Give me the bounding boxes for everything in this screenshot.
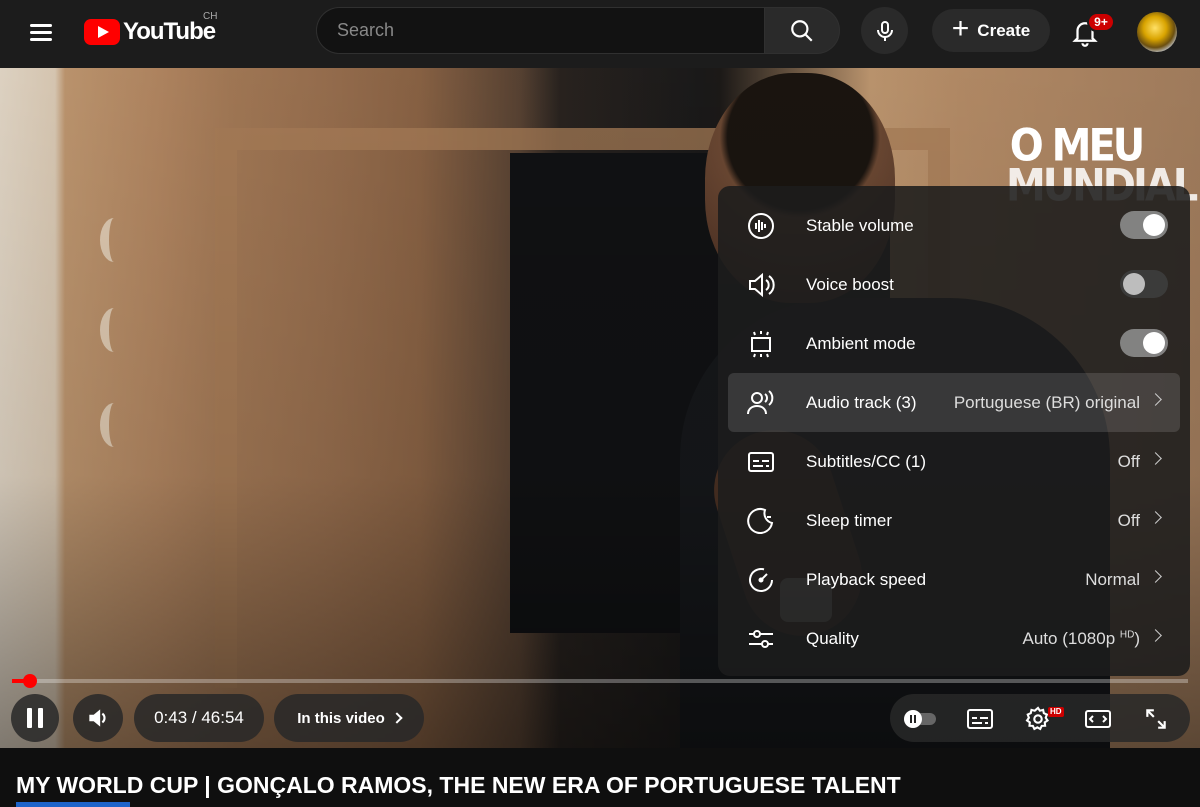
- microphone-icon: [876, 20, 893, 41]
- menu-item-value: Off: [1117, 451, 1140, 471]
- menu-item-subtitles[interactable]: Subtitles/CC (1) Off: [728, 432, 1180, 491]
- chapters-label: In this video: [297, 709, 385, 727]
- fullscreen-button[interactable]: [1138, 704, 1174, 734]
- ambient-mode-toggle[interactable]: [1120, 329, 1168, 357]
- voice-boost-icon: [749, 272, 775, 298]
- menu-item-value: Off: [1117, 510, 1140, 530]
- video-title: MY WORLD CUP | GONÇALO RAMOS, THE NEW ER…: [16, 772, 901, 798]
- menu-item-value: Normal: [1085, 569, 1140, 589]
- chevron-right-icon: [1149, 452, 1162, 465]
- menu-item-value: Portuguese (BR) original: [953, 392, 1140, 412]
- subtitles-icon: [748, 452, 774, 472]
- create-button[interactable]: + Create: [932, 9, 1050, 52]
- audio-track-icon: [747, 390, 774, 415]
- menu-item-ambient-mode[interactable]: Ambient mode: [728, 314, 1180, 373]
- notification-count-badge: 9+: [1087, 12, 1115, 32]
- scrubber-handle[interactable]: [23, 674, 37, 688]
- menu-item-label: Subtitles/CC (1): [806, 451, 926, 471]
- menu-item-quality[interactable]: Quality Auto (1080p HD): [728, 609, 1180, 668]
- stable-volume-icon: [748, 213, 774, 239]
- chapters-button[interactable]: In this video: [274, 694, 424, 742]
- chevron-right-icon: [1149, 570, 1162, 583]
- youtube-logo[interactable]: YouTube: [84, 16, 216, 48]
- channel-strip: [16, 802, 130, 807]
- menu-item-playback-speed[interactable]: Playback speed Normal: [728, 550, 1180, 609]
- ambient-mode-icon: [751, 331, 771, 358]
- top-header: YouTube CH + Create 9+: [0, 0, 1200, 68]
- search-button[interactable]: [764, 7, 840, 54]
- voice-search-button[interactable]: [861, 7, 908, 54]
- theater-mode-button[interactable]: [1080, 704, 1116, 734]
- stable-volume-toggle[interactable]: [1120, 211, 1168, 239]
- autoplay-toggle[interactable]: [902, 704, 938, 734]
- progress-bar[interactable]: [12, 674, 1188, 688]
- playback-speed-icon: [749, 567, 773, 592]
- menu-item-label: Stable volume: [806, 215, 914, 235]
- plus-icon: +: [951, 12, 970, 45]
- chevron-right-icon: [1149, 511, 1162, 524]
- theater-mode-icon: [1085, 710, 1111, 728]
- quality-value: Auto (1080p: [1022, 628, 1120, 648]
- menu-item-label: Voice boost: [806, 274, 894, 294]
- quality-hd-sup: HD: [1119, 628, 1135, 640]
- menu-item-label: Quality: [806, 628, 859, 648]
- volume-icon: [89, 709, 106, 727]
- mute-button[interactable]: [73, 694, 123, 742]
- pause-button[interactable]: [11, 694, 59, 742]
- menu-item-label: Sleep timer: [806, 510, 892, 530]
- sleep-timer-icon: [747, 508, 774, 534]
- time-display: 0:43 / 46:54: [134, 694, 264, 742]
- chevron-right-icon: [1149, 393, 1162, 406]
- chevron-right-icon: [1149, 629, 1162, 642]
- fullscreen-icon: [1146, 709, 1166, 729]
- menu-item-voice-boost[interactable]: Voice boost: [728, 255, 1180, 314]
- menu-item-label: Audio track (3): [806, 392, 917, 412]
- menu-item-stable-volume[interactable]: Stable volume: [728, 196, 1180, 255]
- menu-item-audio-track[interactable]: Audio track (3) Portuguese (BR) original: [728, 373, 1180, 432]
- search-icon: [791, 19, 813, 42]
- menu-item-value: Auto (1080p HD): [1023, 629, 1140, 649]
- quality-value-suffix: ): [1134, 628, 1140, 648]
- right-controls-group: [890, 694, 1190, 742]
- voice-boost-toggle[interactable]: [1120, 270, 1168, 298]
- menu-item-label: Ambient mode: [806, 333, 916, 353]
- chevron-right-icon: [391, 712, 403, 724]
- menu-item-sleep-timer[interactable]: Sleep timer Off: [728, 491, 1180, 550]
- autoplay-icon: [904, 710, 936, 728]
- avatar[interactable]: [1137, 12, 1177, 52]
- create-label: Create: [977, 20, 1031, 40]
- settings-menu: Stable volume Voice boost Ambient mode A…: [718, 186, 1190, 676]
- menu-icon[interactable]: [22, 14, 60, 50]
- country-code: CH: [203, 11, 218, 22]
- subtitles-button[interactable]: [962, 704, 998, 734]
- captions-icon: [967, 709, 993, 729]
- quality-icon: [749, 630, 773, 648]
- youtube-play-icon: [84, 19, 120, 45]
- pause-icon: [27, 708, 43, 728]
- logo-text: YouTube: [123, 18, 216, 45]
- search-bar: [316, 7, 840, 54]
- hd-badge: HD: [1048, 707, 1064, 717]
- menu-item-label: Playback speed: [806, 569, 927, 589]
- search-input[interactable]: [316, 7, 764, 54]
